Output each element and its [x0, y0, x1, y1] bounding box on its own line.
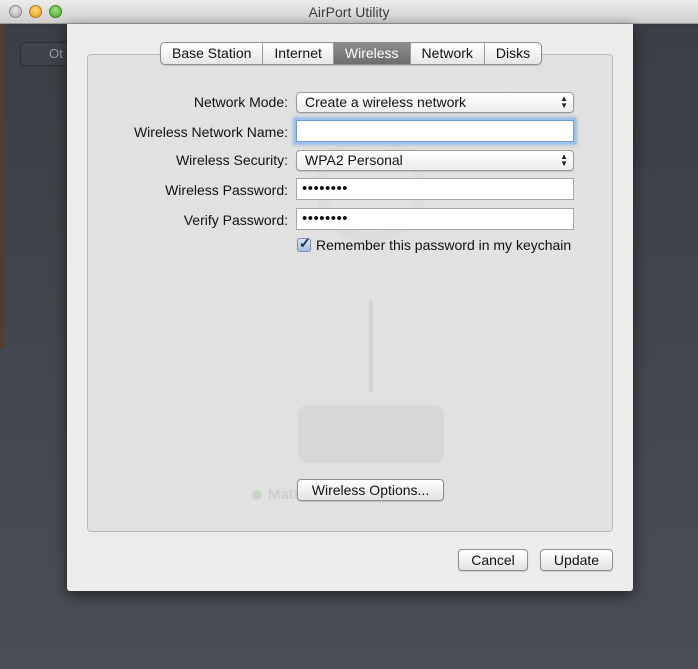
network-name-label: Wireless Network Name:	[133, 124, 288, 140]
tab-internet[interactable]: Internet	[263, 43, 334, 64]
security-popup[interactable]: WPA2 Personal ▲ ▼	[296, 150, 574, 171]
verify-password-field[interactable]: ••••••••	[296, 208, 574, 230]
antenna-icon	[369, 300, 373, 392]
cancel-button[interactable]: Cancel	[458, 549, 528, 571]
update-button[interactable]: Update	[540, 549, 613, 571]
security-value: WPA2 Personal	[305, 152, 403, 168]
status-dot-icon	[252, 490, 262, 500]
keychain-label: Remember this password in my keychain	[316, 237, 572, 253]
tab-content-panel: Matt's AirPort Extreme Network Mode: Cre…	[87, 54, 613, 532]
checkmark-icon: ✓	[299, 235, 311, 251]
up-down-chevron-icon: ▲ ▼	[560, 94, 568, 110]
tab-network[interactable]: Network	[411, 43, 485, 64]
security-label: Wireless Security:	[175, 152, 288, 168]
password-label: Wireless Password:	[165, 182, 288, 198]
tab-base-station[interactable]: Base Station	[161, 43, 264, 64]
password-field[interactable]: ••••••••	[296, 178, 574, 200]
tab-wireless[interactable]: Wireless	[333, 43, 411, 64]
network-mode-label: Network Mode:	[193, 94, 288, 110]
keychain-checkbox-row[interactable]: ✓ Remember this password in my keychain	[297, 235, 572, 253]
wireless-options-button[interactable]: Wireless Options...	[297, 479, 444, 501]
keychain-checkbox[interactable]: ✓	[297, 235, 311, 252]
tab-bar: Base Station Internet Wireless Network D…	[160, 42, 543, 65]
network-name-field[interactable]	[296, 120, 574, 142]
network-mode-popup[interactable]: Create a wireless network ▲ ▼	[296, 92, 574, 113]
tab-disks[interactable]: Disks	[485, 43, 541, 64]
base-station-device-icon	[298, 405, 444, 463]
settings-sheet: Matt's AirPort Extreme Network Mode: Cre…	[67, 24, 633, 591]
background-window-edge	[0, 24, 4, 348]
title-bar: AirPort Utility	[0, 0, 698, 24]
verify-password-label: Verify Password:	[183, 212, 288, 228]
up-down-chevron-icon: ▲ ▼	[560, 152, 568, 168]
window-title: AirPort Utility	[308, 4, 390, 20]
network-mode-value: Create a wireless network	[305, 94, 467, 110]
